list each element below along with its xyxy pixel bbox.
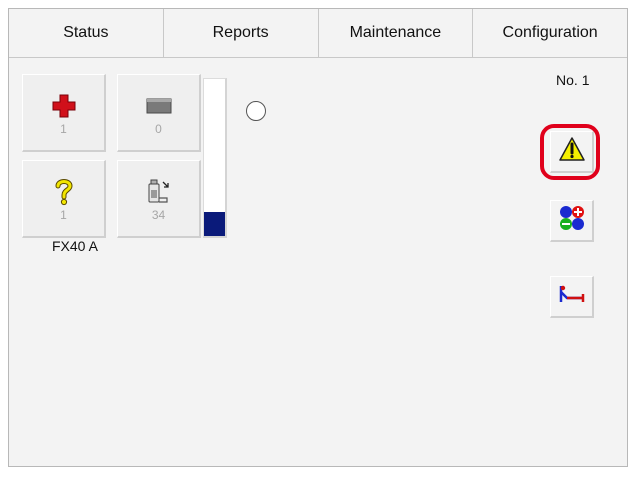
instrument-number-label: No. — [556, 72, 578, 88]
tile-alarm[interactable]: 1 — [22, 74, 106, 152]
tile-sample-tray[interactable]: 0 — [117, 74, 201, 152]
red-cross-icon — [23, 93, 104, 119]
bed-patient-icon — [557, 282, 587, 311]
tile-unknown[interactable]: 1 — [22, 160, 106, 238]
patient-button[interactable] — [550, 276, 594, 318]
gray-tray-icon — [118, 93, 199, 119]
reagent-bottle-icon — [118, 179, 199, 205]
tab-bar: Status Reports Maintenance Configuration — [9, 9, 627, 58]
instrument-number: No. 1 — [556, 72, 589, 88]
instrument-number-value: 1 — [581, 72, 590, 88]
tab-configuration[interactable]: Configuration — [473, 9, 627, 57]
tile-reagent[interactable]: 34 — [117, 160, 201, 238]
level-gauge-fill — [204, 212, 225, 236]
tab-reports[interactable]: Reports — [164, 9, 319, 57]
qc-button[interactable] — [550, 200, 594, 242]
tile-count: 1 — [60, 208, 67, 222]
tile-count: 1 — [60, 122, 67, 136]
tile-count: 34 — [151, 208, 166, 222]
highlight-circle-annotation — [540, 124, 600, 180]
level-gauge — [203, 78, 227, 238]
plus-minus-balls-icon — [557, 203, 587, 238]
tab-status[interactable]: Status — [9, 9, 164, 57]
device-name: FX40 A — [52, 238, 98, 254]
status-indicator-circle[interactable] — [246, 101, 266, 121]
tab-maintenance[interactable]: Maintenance — [319, 9, 474, 57]
tile-count: 0 — [155, 122, 162, 136]
question-mark-icon — [23, 179, 104, 206]
